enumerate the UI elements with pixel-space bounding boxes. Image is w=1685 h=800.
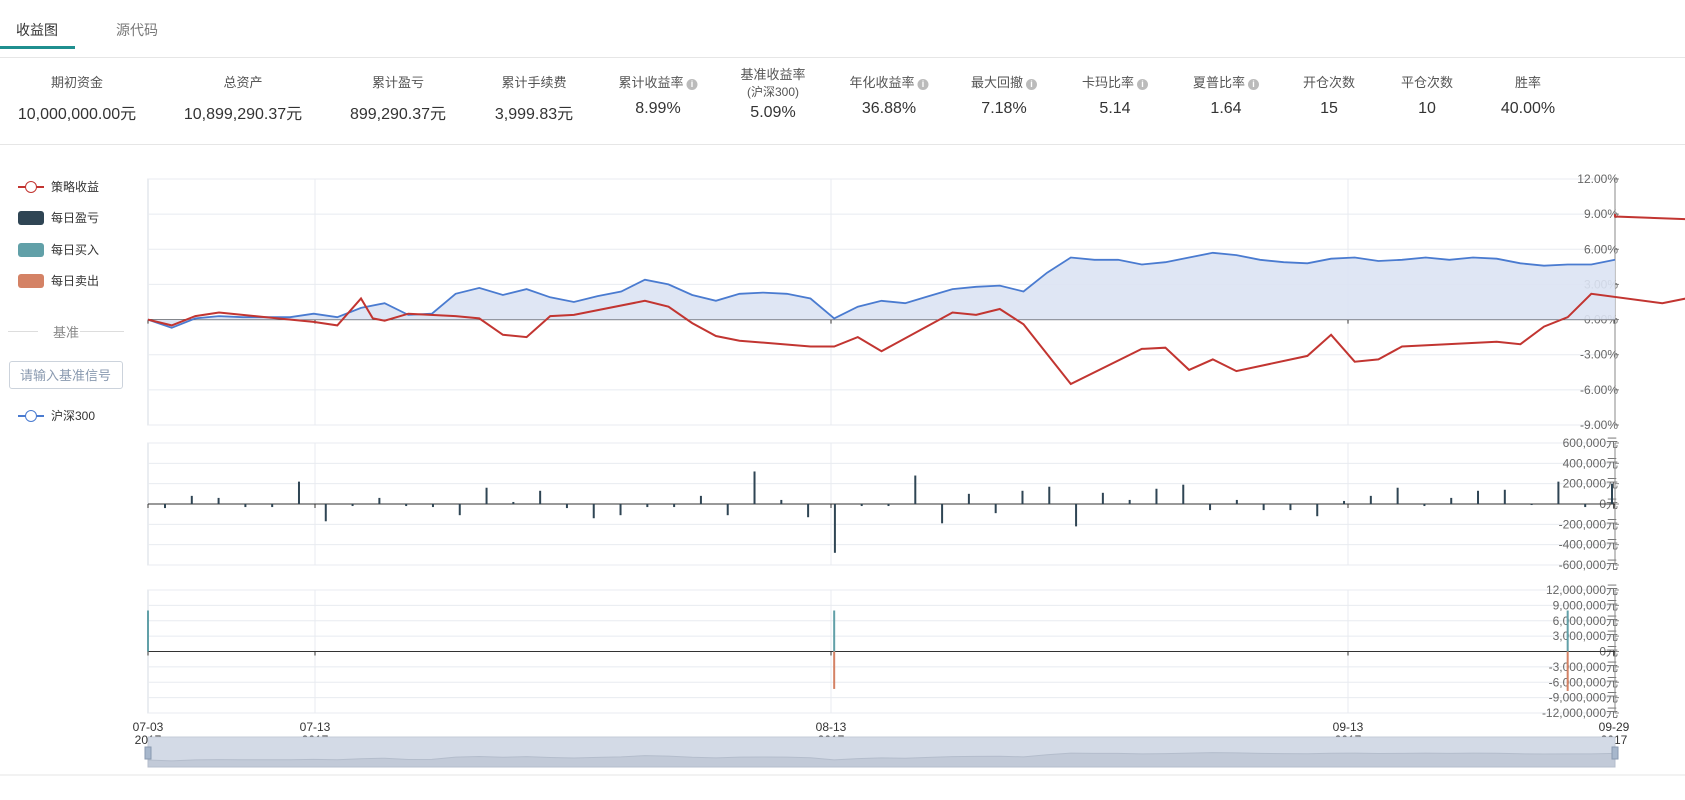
pnl-bar bbox=[753, 471, 756, 504]
pnl-bar bbox=[565, 504, 568, 509]
y-tick-label: 200,000元 bbox=[1563, 477, 1618, 491]
pnl-bar bbox=[1021, 490, 1024, 504]
x-tick-label: 07-13 bbox=[300, 720, 331, 734]
pnl-bar bbox=[539, 490, 542, 504]
pnl-bar bbox=[1584, 504, 1587, 508]
pnl-bar bbox=[1450, 497, 1453, 504]
y-tick-label: -200,000元 bbox=[1559, 517, 1618, 531]
pnl-bar bbox=[244, 504, 247, 508]
x-tick-label: 07-03 bbox=[133, 720, 164, 734]
y-tick-label: -6,000,000元 bbox=[1549, 675, 1618, 689]
pnl-bar bbox=[914, 475, 917, 504]
y-tick-label: 12.00% bbox=[1577, 172, 1618, 186]
zoom-handle-left[interactable] bbox=[144, 746, 152, 760]
y-tick-label: 9,000,000元 bbox=[1553, 598, 1618, 612]
y-tick-label: 3,000,000元 bbox=[1553, 629, 1618, 643]
pnl-bar bbox=[994, 504, 997, 514]
pnl-bar bbox=[217, 497, 220, 504]
zoom-handle-right[interactable] bbox=[1611, 746, 1619, 760]
benchmark-area bbox=[148, 252, 1615, 328]
sell-bar bbox=[833, 651, 836, 689]
pnl-bar bbox=[1477, 490, 1480, 504]
x-tick-label: 08-13 bbox=[816, 720, 847, 734]
pnl-bar bbox=[1048, 486, 1051, 504]
pnl-bar bbox=[1369, 495, 1372, 504]
pnl-bar bbox=[699, 495, 702, 504]
pnl-bar bbox=[673, 504, 676, 508]
pnl-bar bbox=[297, 481, 300, 504]
sell-bar bbox=[1566, 651, 1569, 691]
pnl-bar bbox=[351, 504, 354, 507]
pnl-bar bbox=[1503, 489, 1506, 504]
pnl-bar bbox=[1075, 504, 1078, 527]
pnl-bar bbox=[1316, 504, 1319, 517]
y-tick-label: -3.00% bbox=[1580, 348, 1618, 362]
pnl-bar bbox=[833, 504, 836, 553]
buy-bar bbox=[147, 610, 149, 652]
pnl-bar bbox=[1530, 504, 1533, 506]
pnl-bar bbox=[1155, 488, 1158, 504]
y-tick-label: -6.00% bbox=[1580, 383, 1618, 397]
returns-chart: 12.00%9.00%6.00%3.00%0.00%-3.00%-6.00%-9… bbox=[0, 172, 1685, 776]
buy-bar bbox=[833, 610, 836, 652]
y-tick-label: 6,000,000元 bbox=[1553, 614, 1618, 628]
pnl-bar bbox=[1101, 492, 1104, 504]
pnl-bar bbox=[378, 497, 381, 504]
pnl-bar bbox=[726, 504, 729, 516]
x-tick-label: 09-13 bbox=[1333, 720, 1364, 734]
pnl-bar bbox=[164, 504, 166, 509]
pnl-bar bbox=[887, 504, 890, 507]
pnl-bar bbox=[405, 504, 408, 507]
pnl-bar bbox=[1396, 487, 1399, 504]
pnl-bar bbox=[1343, 500, 1346, 504]
y-tick-label: 9.00% bbox=[1584, 207, 1618, 221]
pnl-bar bbox=[1182, 484, 1185, 504]
pnl-bar bbox=[967, 493, 970, 504]
pnl-bar bbox=[1209, 504, 1212, 511]
pnl-bar bbox=[1289, 504, 1292, 511]
pnl-bar bbox=[592, 504, 595, 519]
pnl-bar bbox=[807, 504, 810, 518]
y-tick-label: -3,000,000元 bbox=[1549, 660, 1618, 674]
pnl-bar bbox=[271, 504, 274, 508]
x-tick-label: 09-29 bbox=[1599, 720, 1630, 734]
y-tick-label: -9.00% bbox=[1580, 418, 1618, 432]
pnl-bar bbox=[1423, 504, 1426, 507]
pnl-bar bbox=[458, 504, 461, 516]
y-tick-label: -12,000,000元 bbox=[1542, 706, 1618, 720]
buy-bar bbox=[1566, 610, 1569, 652]
pnl-bar bbox=[324, 504, 327, 522]
pnl-bar bbox=[485, 487, 488, 504]
pnl-bar bbox=[1235, 499, 1238, 504]
pnl-bar bbox=[619, 504, 622, 516]
y-tick-label: 400,000元 bbox=[1563, 456, 1618, 470]
y-tick-label: 12,000,000元 bbox=[1546, 583, 1618, 597]
y-tick-label: -400,000元 bbox=[1559, 538, 1618, 552]
pnl-bar bbox=[780, 499, 783, 504]
y-tick-label: -600,000元 bbox=[1559, 558, 1618, 572]
pnl-bar bbox=[941, 504, 944, 524]
pnl-bar bbox=[431, 504, 434, 508]
pnl-bar bbox=[1128, 499, 1131, 504]
pnl-bar bbox=[860, 504, 863, 507]
y-tick-label: -9,000,000元 bbox=[1549, 691, 1618, 705]
y-tick-label: 600,000元 bbox=[1563, 436, 1618, 450]
y-tick-label: 6.00% bbox=[1584, 242, 1618, 256]
pnl-bar bbox=[512, 501, 515, 504]
pnl-bar bbox=[190, 495, 193, 504]
pnl-bar bbox=[1262, 504, 1265, 511]
pnl-bar bbox=[1557, 481, 1560, 504]
pnl-bar bbox=[646, 504, 649, 508]
pnl-bar bbox=[1611, 483, 1613, 504]
